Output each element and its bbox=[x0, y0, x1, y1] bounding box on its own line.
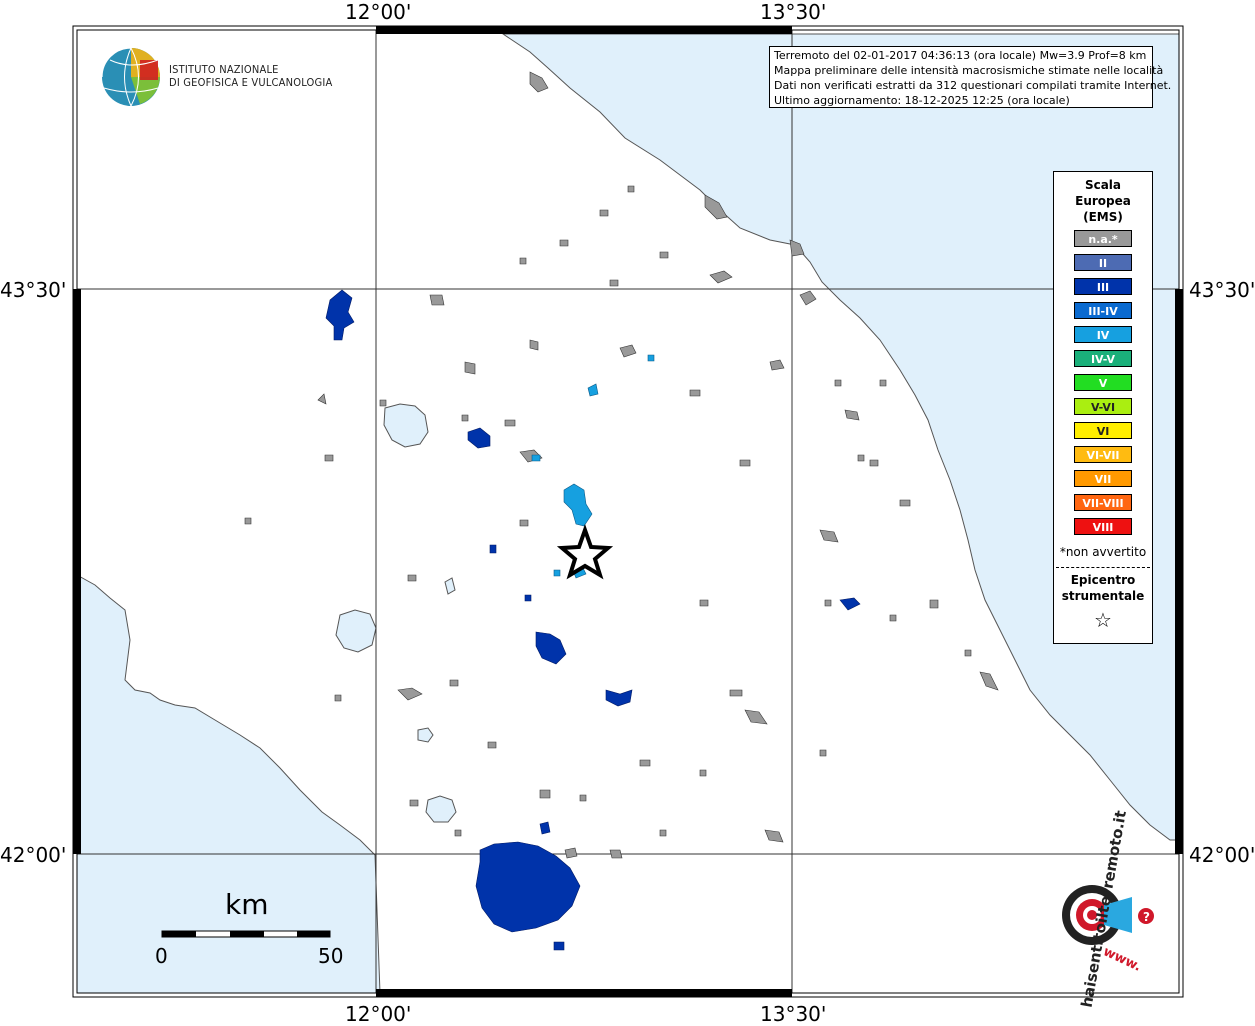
ingv-name-line2: DI GEOFISICA E VULCANOLOGIA bbox=[169, 76, 333, 89]
legend-title-line2: Europea bbox=[1075, 194, 1131, 208]
scale-bar-unit: km bbox=[225, 888, 269, 921]
scale-bar-graphic bbox=[161, 930, 331, 938]
legend-divider bbox=[1056, 567, 1150, 568]
lon-label-bottom-right: 13°30' bbox=[760, 1002, 827, 1026]
lon-label-bottom-left: 12°00' bbox=[345, 1002, 412, 1026]
legend-swatch: VII-VIII bbox=[1074, 494, 1132, 511]
legend-swatch: n.a.* bbox=[1074, 230, 1132, 247]
legend-not-felt-note: *non avvertito bbox=[1059, 545, 1147, 559]
ingv-globe-logo bbox=[101, 47, 160, 107]
legend-swatch: III bbox=[1074, 278, 1132, 295]
legend-epicenter-line1: Epicentro bbox=[1070, 573, 1136, 587]
lake-bracciano bbox=[425, 795, 457, 823]
legend-title: Scala Europea (EMS) bbox=[1054, 177, 1152, 225]
legend-swatch: VIII bbox=[1074, 518, 1132, 535]
event-info-box: Terremoto del 02-01-2017 04:36:13 (ora l… bbox=[769, 46, 1172, 108]
lat-label-right-bottom: 42°00' bbox=[1189, 843, 1255, 867]
legend-swatch: III-IV bbox=[1074, 302, 1132, 319]
legend-swatch: VI-VII bbox=[1074, 446, 1132, 463]
event-info-line4: Ultimo aggiornamento: 18-12-2025 12:25 (… bbox=[774, 94, 1070, 107]
legend-swatch: IV bbox=[1074, 326, 1132, 343]
legend-swatch: V-VI bbox=[1074, 398, 1132, 415]
lake-bolsena bbox=[335, 609, 377, 653]
event-info-line2: Mappa preliminare delle intensità macros… bbox=[774, 64, 1164, 77]
event-info-line3: Dati non verificati estratti da 312 ques… bbox=[774, 79, 1172, 92]
legend-swatch: VI bbox=[1074, 422, 1132, 439]
ems-legend: Scala Europea (EMS) n.a.* II III III-IV IV IV… bbox=[1053, 171, 1153, 644]
legend-epicenter-line2: strumentale bbox=[1061, 589, 1145, 603]
lon-label-top-left: 12°00' bbox=[345, 0, 412, 24]
lat-label-left-top: 43°30' bbox=[0, 278, 67, 302]
lat-label-right-top: 43°30' bbox=[1189, 278, 1255, 302]
haisentito-url: www. bbox=[1100, 944, 1144, 975]
event-info-line1: Terremoto del 02-01-2017 04:36:13 (ora l… bbox=[774, 49, 1147, 62]
scale-bar-max: 50 bbox=[318, 944, 344, 968]
legend-swatch: II bbox=[1074, 254, 1132, 271]
scale-bar-min: 0 bbox=[155, 944, 168, 968]
legend-title-line1: Scala bbox=[1084, 178, 1122, 192]
legend-title-line3: (EMS) bbox=[1083, 210, 1123, 224]
legend-swatch: IV-V bbox=[1074, 350, 1132, 367]
legend-swatch: VII bbox=[1074, 470, 1132, 487]
lat-label-left-bottom: 42°00' bbox=[0, 843, 67, 867]
ingv-name-line1: ISTITUTO NAZIONALE bbox=[169, 63, 279, 76]
legend-epicenter-star-icon: ☆ bbox=[1094, 608, 1112, 632]
lon-label-top-right: 13°30' bbox=[760, 0, 827, 24]
legend-epicenter-label: Epicentro strumentale bbox=[1054, 572, 1152, 604]
legend-swatch: V bbox=[1074, 374, 1132, 391]
haisentito-text-block: haisentitoilterremoto.it www. bbox=[1032, 809, 1162, 1009]
ingv-logo-text: ISTITUTO NAZIONALE DI GEOFISICA E VULCAN… bbox=[169, 63, 332, 89]
